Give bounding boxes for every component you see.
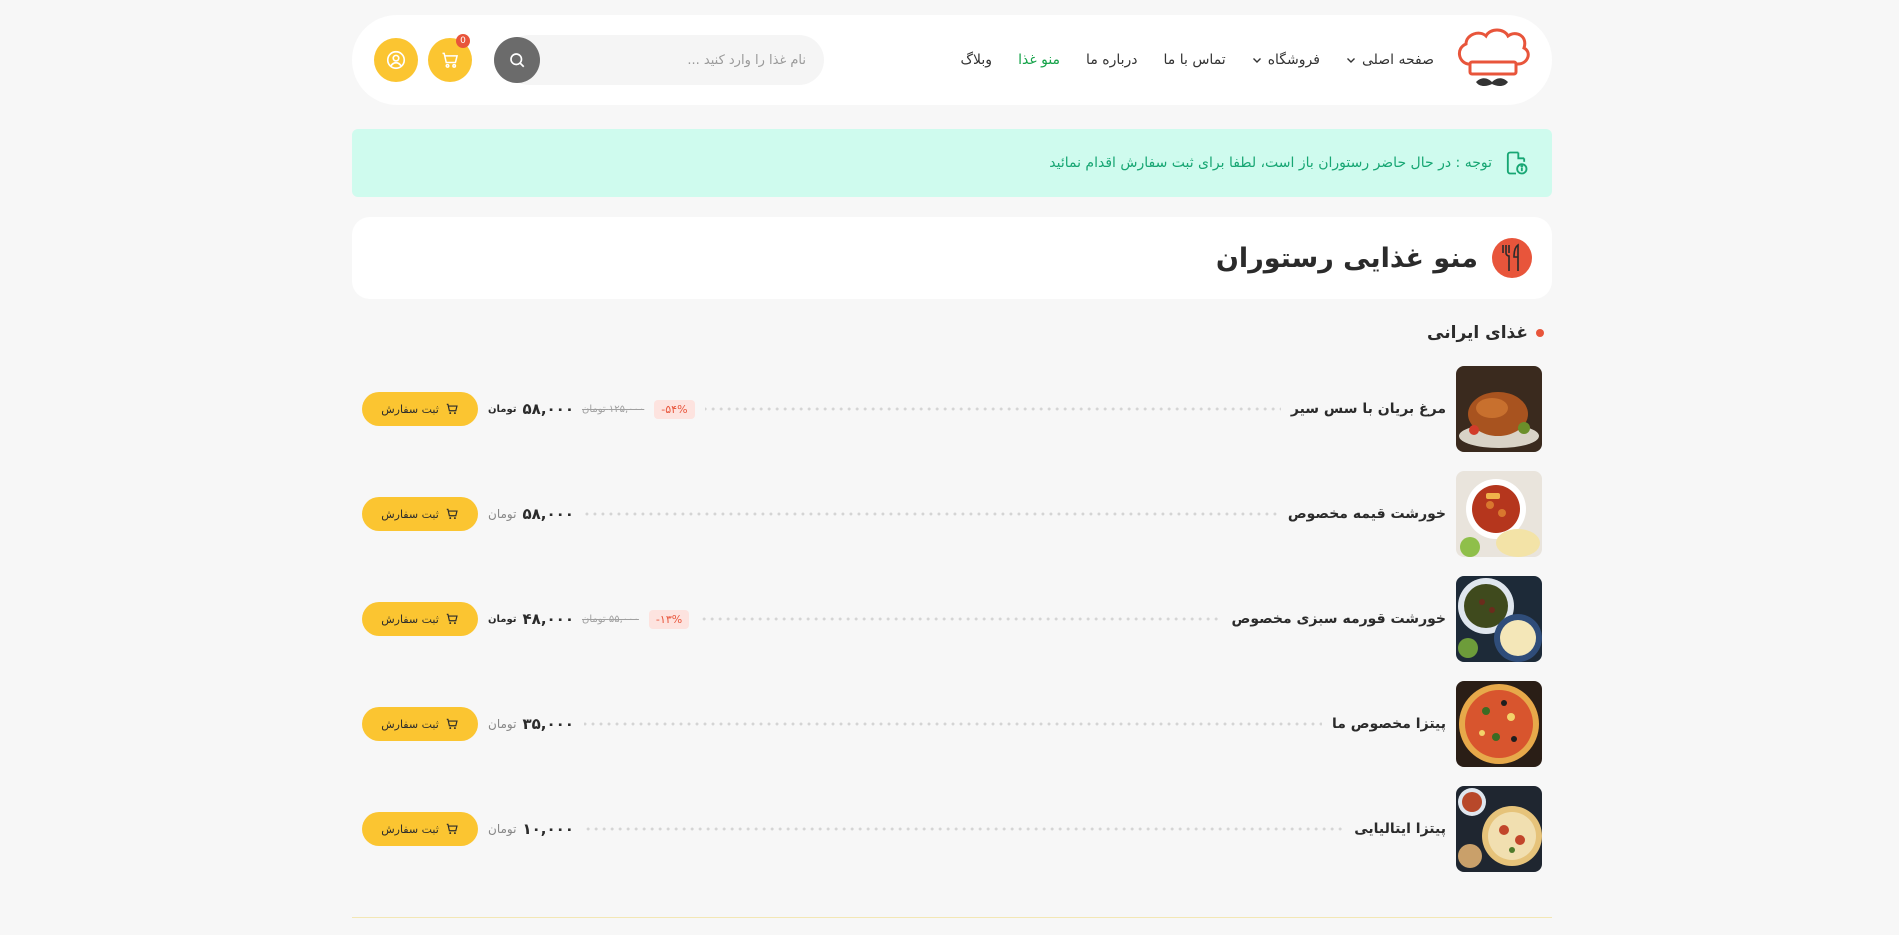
old-price: ۵۵,۰۰۰ تومان bbox=[582, 613, 639, 625]
nav-item-label: درباره ما bbox=[1086, 52, 1138, 68]
nav-item-label: وبلاگ bbox=[960, 52, 993, 68]
food-image[interactable] bbox=[1456, 576, 1542, 662]
price: ۵۸,۰۰۰ bbox=[522, 400, 574, 418]
cart-button[interactable]: 0 bbox=[428, 34, 472, 82]
price-unit: تومان bbox=[488, 613, 517, 625]
cart-icon bbox=[446, 823, 458, 835]
price: ۴۸,۰۰۰ bbox=[522, 610, 574, 628]
dotted-leader bbox=[583, 825, 1345, 833]
user-account-button[interactable] bbox=[374, 38, 418, 82]
price-unit: تومان bbox=[488, 507, 517, 521]
order-button-label: ثبت سفارش bbox=[381, 717, 439, 731]
menu-item: پیتزا مخصوص ما ۳۵,۰۰۰ تومان ثبت سفارش bbox=[352, 681, 1552, 767]
food-image[interactable] bbox=[1456, 681, 1542, 767]
order-button[interactable]: ثبت سفارش bbox=[362, 602, 478, 636]
notice-text: توجه : در حال حاضر رستوران باز است، لطفا… bbox=[1049, 155, 1492, 171]
category-dot bbox=[1536, 329, 1544, 337]
chef-logo[interactable] bbox=[1454, 28, 1530, 92]
food-name[interactable]: پیتزا مخصوص ما bbox=[1332, 716, 1446, 732]
menu-title-card: منو غذایی رستوران bbox=[352, 217, 1552, 299]
nav-item-label: صفحه اصلی bbox=[1361, 52, 1434, 68]
search-icon bbox=[510, 53, 525, 68]
price: ۱۰,۰۰۰ bbox=[522, 820, 574, 838]
cart-count-badge: 0 bbox=[456, 34, 470, 48]
cart-icon bbox=[446, 613, 458, 625]
order-button[interactable]: ثبت سفارش bbox=[362, 497, 478, 531]
category-title: غذای ایرانی bbox=[1427, 323, 1528, 343]
nav-item-5[interactable]: وبلاگ bbox=[961, 52, 993, 68]
nav-item-0[interactable]: صفحه اصلی bbox=[1346, 52, 1434, 68]
menu-item: خورشت قورمه سبزی مخصوص ۱۳%- ۵۵,۰۰۰ تومان ۴۸… bbox=[352, 576, 1552, 662]
price-unit: تومان bbox=[488, 822, 517, 836]
order-button[interactable]: ثبت سفارش bbox=[362, 812, 478, 846]
menu-item: مرغ بریان با سس سیر ۵۴%- ۱۲۵,۰۰۰ تومان ۵۸,۰… bbox=[352, 366, 1552, 452]
menu-item: خورشت قیمه مخصوص ۵۸,۰۰۰ تومان ثبت سفارش bbox=[352, 471, 1552, 557]
food-name[interactable]: مرغ بریان با سس سیر bbox=[1291, 401, 1446, 417]
dotted-leader bbox=[699, 615, 1222, 623]
food-image[interactable] bbox=[1456, 786, 1542, 872]
nav-item-3[interactable]: درباره ما bbox=[1086, 52, 1137, 68]
chevron-down-icon bbox=[1252, 58, 1261, 63]
order-button-label: ثبت سفارش bbox=[381, 402, 439, 416]
nav-item-1[interactable]: فروشگاه bbox=[1252, 52, 1320, 68]
food-image[interactable] bbox=[1456, 366, 1542, 452]
food-name[interactable]: خورشت قیمه مخصوص bbox=[1288, 506, 1446, 522]
restaurant-open-notice: توجه : در حال حاضر رستوران باز است، لطفا… bbox=[352, 129, 1552, 197]
discount-badge: ۱۳%- bbox=[648, 609, 690, 629]
old-price: ۱۲۵,۰۰۰ تومان bbox=[582, 403, 645, 415]
food-name[interactable]: پیتزا ایتالیایی bbox=[1354, 821, 1446, 837]
chevron-down-icon bbox=[1346, 58, 1355, 63]
order-button[interactable]: ثبت سفارش bbox=[362, 707, 478, 741]
order-button-label: ثبت سفارش bbox=[381, 612, 439, 626]
dotted-leader bbox=[704, 405, 1281, 413]
footer-divider bbox=[352, 917, 1552, 918]
site-header: صفحه اصلی فروشگاه تماس با ما درباره ما منو غ… bbox=[352, 15, 1552, 105]
discount-badge: ۵۴%- bbox=[654, 399, 695, 419]
search-bar bbox=[494, 35, 824, 85]
price: ۵۸,۰۰۰ bbox=[522, 505, 574, 523]
document-info-icon bbox=[1506, 151, 1528, 175]
fork-knife-icon bbox=[1492, 238, 1532, 278]
cart-icon bbox=[442, 52, 459, 68]
page-title: منو غذایی رستوران bbox=[1215, 242, 1478, 274]
food-name[interactable]: خورشت قورمه سبزی مخصوص bbox=[1232, 611, 1446, 627]
user-icon bbox=[386, 50, 406, 70]
search-button[interactable] bbox=[494, 37, 540, 83]
order-button-label: ثبت سفارش bbox=[381, 507, 439, 521]
order-button-label: ثبت سفارش bbox=[381, 822, 439, 836]
category-heading: غذای ایرانی bbox=[352, 320, 1552, 346]
dotted-leader bbox=[583, 720, 1322, 728]
nav-item-label: فروشگاه bbox=[1267, 52, 1320, 68]
cart-icon bbox=[446, 718, 458, 730]
nav-item-4[interactable]: منو غذا bbox=[1018, 52, 1060, 68]
price-unit: تومان bbox=[488, 403, 517, 415]
nav-item-label: منو غذا bbox=[1018, 52, 1061, 68]
header-actions: 0 bbox=[374, 34, 472, 82]
search-input[interactable] bbox=[504, 35, 824, 85]
cart-icon bbox=[446, 508, 458, 520]
nav-item-label: تماس با ما bbox=[1163, 52, 1226, 68]
menu-list: مرغ بریان با سس سیر ۵۴%- ۱۲۵,۰۰۰ تومان ۵۸,۰… bbox=[352, 366, 1552, 891]
cart-icon bbox=[446, 403, 458, 415]
price-unit: تومان bbox=[488, 717, 517, 731]
main-nav: صفحه اصلی فروشگاه تماس با ما درباره ما منو غ… bbox=[961, 52, 1434, 68]
order-button[interactable]: ثبت سفارش bbox=[362, 392, 478, 426]
dotted-leader bbox=[583, 510, 1278, 518]
food-image[interactable] bbox=[1456, 471, 1542, 557]
price: ۳۵,۰۰۰ bbox=[522, 715, 574, 733]
nav-item-2[interactable]: تماس با ما bbox=[1164, 52, 1226, 68]
menu-item: پیتزا ایتالیایی ۱۰,۰۰۰ تومان ثبت سفارش bbox=[352, 786, 1552, 872]
